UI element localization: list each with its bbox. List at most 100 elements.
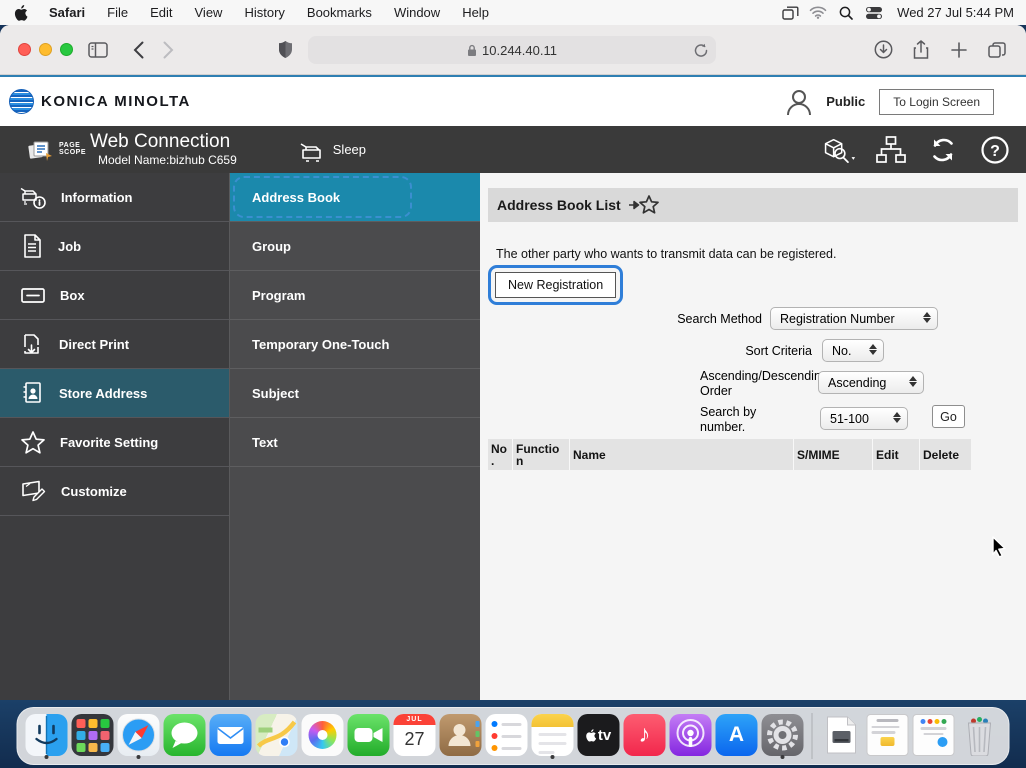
sidebar-item-direct-print[interactable]: Direct Print — [0, 320, 229, 369]
reload-icon[interactable] — [694, 43, 708, 58]
running-indicator — [551, 755, 555, 759]
dock-music-icon[interactable]: ♪ — [624, 714, 666, 756]
menu-help[interactable]: Help — [451, 5, 500, 20]
column-header-function: Function — [513, 439, 570, 470]
menu-history[interactable]: History — [233, 5, 295, 20]
minimize-button[interactable] — [39, 43, 52, 56]
dock: JUL 27 tv ♪ A — [17, 707, 1010, 765]
dock-podcasts-icon[interactable] — [670, 714, 712, 756]
km-brand-text: KONICA MINOLTA — [41, 93, 191, 110]
subnav-item-group[interactable]: Group — [230, 222, 480, 271]
search-method-select[interactable]: Registration Number — [770, 307, 938, 330]
dock-safari-icon[interactable] — [118, 714, 160, 756]
subnav-item-subject[interactable]: Subject — [230, 369, 480, 418]
pagescope-icon — [26, 137, 56, 163]
dock-mail-icon[interactable] — [210, 714, 252, 756]
control-center-icon[interactable] — [863, 4, 885, 22]
apple-menu-icon[interactable] — [14, 5, 28, 21]
menu-bookmarks[interactable]: Bookmarks — [296, 5, 383, 20]
sort-criteria-select[interactable]: No. — [822, 339, 884, 362]
svg-text:?: ? — [990, 143, 1000, 160]
go-button[interactable]: Go — [932, 405, 965, 428]
app-title: Web Connection — [90, 132, 237, 152]
dock-app-store-icon[interactable]: A — [716, 714, 758, 756]
sidebar-item-customize[interactable]: Customize — [0, 467, 229, 516]
sidebar-item-label: Job — [58, 239, 81, 254]
menu-view[interactable]: View — [184, 5, 234, 20]
search-by-number-label: Search by number. — [700, 405, 786, 435]
menu-clock[interactable]: Wed 27 Jul 5:44 PM — [891, 5, 1014, 20]
network-icon[interactable] — [874, 134, 908, 166]
dock-photos-icon[interactable] — [302, 714, 344, 756]
model-name: Model Name:bizhub C659 — [98, 153, 237, 167]
close-button[interactable] — [18, 43, 31, 56]
dock-system-settings-icon[interactable] — [762, 714, 804, 756]
menu-file[interactable]: File — [96, 5, 139, 20]
ascending-descending-select[interactable]: Ascending — [818, 371, 924, 394]
downloads-icon[interactable] — [868, 37, 898, 63]
share-icon[interactable] — [906, 37, 936, 63]
subnav-item-program[interactable]: Program — [230, 271, 480, 320]
tab-overview-icon[interactable] — [982, 37, 1012, 63]
new-tab-icon[interactable] — [944, 37, 974, 63]
to-login-screen-button[interactable]: To Login Screen — [879, 89, 994, 115]
dock-facetime-icon[interactable] — [348, 714, 390, 756]
dock-contacts-icon[interactable] — [440, 714, 482, 756]
sidebar-item-information[interactable]: Information — [0, 173, 229, 222]
page-title-bar: Address Book List — [488, 188, 1018, 222]
dock-minimized-window-1-icon[interactable] — [867, 714, 909, 756]
dock-trash-icon[interactable] — [959, 714, 1001, 756]
help-icon[interactable]: ? — [978, 134, 1012, 166]
screen-mirroring-icon[interactable] — [779, 4, 801, 22]
back-button[interactable] — [123, 37, 153, 63]
dock-apple-tv-icon[interactable]: tv — [578, 714, 620, 756]
dock-maps-icon[interactable] — [256, 714, 298, 756]
dock-launchpad-icon[interactable] — [72, 714, 114, 756]
add-to-favorites-icon[interactable] — [627, 193, 661, 217]
zoom-button[interactable] — [60, 43, 73, 56]
subnav-item-temporary-one-touch[interactable]: Temporary One-Touch — [230, 320, 480, 369]
menu-window[interactable]: Window — [383, 5, 451, 20]
column-header-no: No. — [488, 439, 513, 470]
star-icon — [20, 430, 46, 455]
calendar-day: 27 — [394, 725, 436, 753]
search-by-number-select[interactable]: 51-100 — [820, 407, 908, 430]
subnav-item-label: Address Book — [252, 190, 340, 205]
dock-minimized-window-2-icon[interactable] — [913, 714, 955, 756]
column-header-delete: Delete — [920, 439, 971, 470]
sleep-label: Sleep — [333, 142, 366, 157]
sidebar-item-job[interactable]: Job — [0, 222, 229, 271]
page-title: Address Book List — [497, 197, 621, 213]
dock-messages-icon[interactable] — [164, 714, 206, 756]
subnav-item-label: Temporary One-Touch — [252, 337, 389, 352]
subnav-item-label: Program — [252, 288, 305, 303]
menu-safari[interactable]: Safari — [38, 5, 96, 20]
address-bar[interactable]: 10.244.40.11 — [308, 36, 716, 64]
refresh-icon[interactable] — [926, 134, 960, 166]
subnav-item-label: Text — [252, 435, 278, 450]
menu-bar: Safari File Edit View History Bookmarks … — [0, 0, 1026, 25]
sub-sidebar: Address Book Group Program Temporary One… — [229, 173, 480, 700]
sidebar-item-favorite-setting[interactable]: Favorite Setting — [0, 418, 229, 467]
dock-calendar-icon[interactable]: JUL 27 — [394, 714, 436, 756]
address-book-table: No. Function Name S/MIME Edit Delete — [488, 439, 971, 470]
device-information-icon[interactable] — [822, 134, 856, 166]
sidebar-item-store-address[interactable]: Store Address — [0, 369, 229, 418]
user-icon — [786, 88, 812, 116]
dock-notes-icon[interactable] — [532, 714, 574, 756]
new-registration-button[interactable]: New Registration — [495, 272, 616, 298]
dock-document-icon[interactable] — [821, 714, 863, 756]
privacy-shield-icon[interactable] — [270, 37, 300, 63]
forward-button[interactable] — [153, 37, 183, 63]
dock-divider — [812, 713, 813, 759]
menu-edit[interactable]: Edit — [139, 5, 183, 20]
ascending-descending-label: Ascending/Descending Order — [700, 369, 812, 399]
dock-reminders-icon[interactable] — [486, 714, 528, 756]
subnav-item-text[interactable]: Text — [230, 418, 480, 467]
sidebar-item-box[interactable]: Box — [0, 271, 229, 320]
wifi-icon[interactable] — [807, 4, 829, 22]
dock-finder-icon[interactable] — [26, 714, 68, 756]
sidebar-toggle-icon[interactable] — [83, 37, 113, 63]
spotlight-icon[interactable] — [835, 4, 857, 22]
subnav-item-address-book[interactable]: Address Book — [230, 173, 480, 222]
